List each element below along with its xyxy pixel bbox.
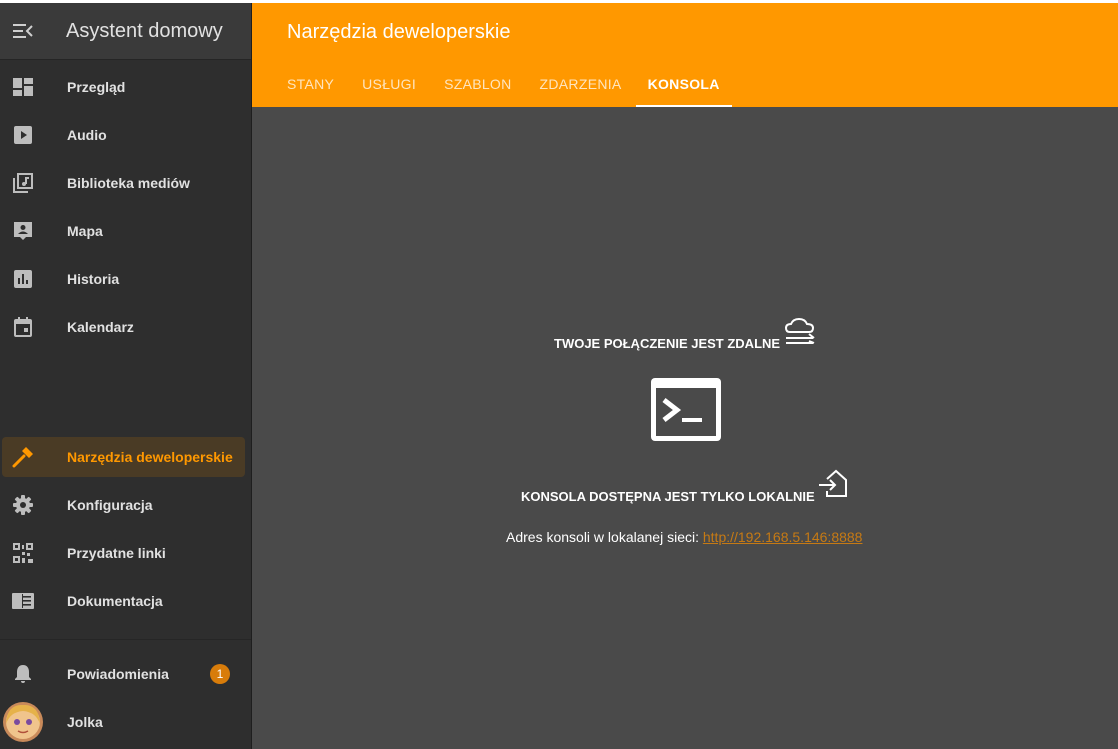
sidebar-item-label: Dokumentacja — [67, 593, 163, 609]
avatar — [3, 702, 43, 742]
app-header: Narzędzia deweloperskie STANY USŁUGI SZA… — [252, 3, 1118, 107]
sidebar-item-overview[interactable]: Przegląd — [0, 67, 251, 107]
sidebar-item-configuration[interactable]: Konfiguracja — [0, 485, 251, 525]
sidebar-item-media-library[interactable]: Biblioteka mediów — [0, 163, 251, 203]
sidebar-divider — [0, 639, 251, 640]
console-address: Adres konsoli w lokalanej sieci: http://… — [506, 529, 862, 545]
sidebar-item-label: Kalendarz — [67, 319, 134, 335]
console-icon — [651, 378, 721, 441]
account-box-icon — [14, 222, 32, 240]
home-import-icon — [819, 469, 847, 497]
tab-console[interactable]: KONSOLA — [635, 60, 732, 107]
app-title: Asystent domowy — [66, 19, 223, 42]
menu-collapse-icon — [13, 24, 33, 38]
sidebar-item-documentation[interactable]: Dokumentacja — [0, 581, 251, 621]
dashboard-icon — [13, 78, 33, 96]
console-address-label: Adres konsoli w lokalanej sieci: — [506, 529, 699, 545]
calendar-icon — [14, 317, 32, 337]
tab-services[interactable]: USŁUGI — [348, 60, 430, 107]
sidebar: Asystent domowy Przegląd Audio Bibliotek… — [0, 3, 252, 749]
notification-badge: 1 — [210, 664, 230, 684]
local-only-message: KONSOLA DOSTĘPNA JEST TYLKO LOKALNIE — [521, 489, 815, 504]
hammer-icon — [12, 447, 33, 468]
chart-box-icon — [14, 270, 32, 288]
user-name: Jolka — [67, 714, 103, 730]
qrcode-icon — [13, 543, 33, 563]
book-open-icon — [12, 593, 34, 609]
gear-icon — [13, 495, 33, 515]
music-library-icon — [13, 173, 33, 193]
sidebar-item-label: Przydatne linki — [67, 545, 166, 561]
sidebar-item-label: Konfiguracja — [67, 497, 153, 513]
sidebar-item-label: Przegląd — [67, 79, 126, 95]
sidebar-item-audio[interactable]: Audio — [0, 115, 251, 155]
main-content: TWOJE POŁĄCZENIE JEST ZDALNE KONSOLA DOS… — [252, 107, 1118, 749]
bell-icon — [15, 665, 31, 683]
sidebar-item-label: Audio — [67, 127, 107, 143]
cloud-arrow-icon — [784, 318, 815, 344]
sidebar-item-notifications[interactable]: Powiadomienia 1 — [0, 654, 251, 694]
sidebar-item-label: Powiadomienia — [67, 666, 169, 682]
sidebar-item-calendar[interactable]: Kalendarz — [0, 307, 251, 347]
tab-template[interactable]: SZABLON — [430, 60, 525, 107]
tab-states[interactable]: STANY — [273, 60, 348, 107]
play-box-icon — [14, 126, 32, 144]
sidebar-item-label: Historia — [67, 271, 120, 287]
tab-events[interactable]: ZDARZENIA — [526, 60, 636, 107]
sidebar-item-history[interactable]: Historia — [0, 259, 251, 299]
sidebar-item-label: Biblioteka mediów — [67, 175, 190, 191]
sidebar-item-map[interactable]: Mapa — [0, 211, 251, 251]
console-address-link[interactable]: http://192.168.5.146:8888 — [703, 529, 863, 545]
sidebar-item-developer-tools[interactable]: Narzędzia deweloperskie — [2, 437, 245, 477]
sidebar-item-label: Narzędzia deweloperskie — [67, 449, 233, 465]
sidebar-header: Asystent domowy — [0, 3, 251, 60]
tab-bar: STANY USŁUGI SZABLON ZDARZENIA KONSOLA — [273, 60, 732, 107]
sidebar-item-label: Mapa — [67, 223, 103, 239]
remote-connection-message: TWOJE POŁĄCZENIE JEST ZDALNE — [554, 336, 781, 351]
page-title: Narzędzia deweloperskie — [287, 21, 511, 43]
sidebar-item-useful-links[interactable]: Przydatne linki — [0, 533, 251, 573]
menu-collapse-button[interactable] — [1, 3, 45, 59]
sidebar-item-user[interactable]: Jolka — [0, 702, 251, 742]
